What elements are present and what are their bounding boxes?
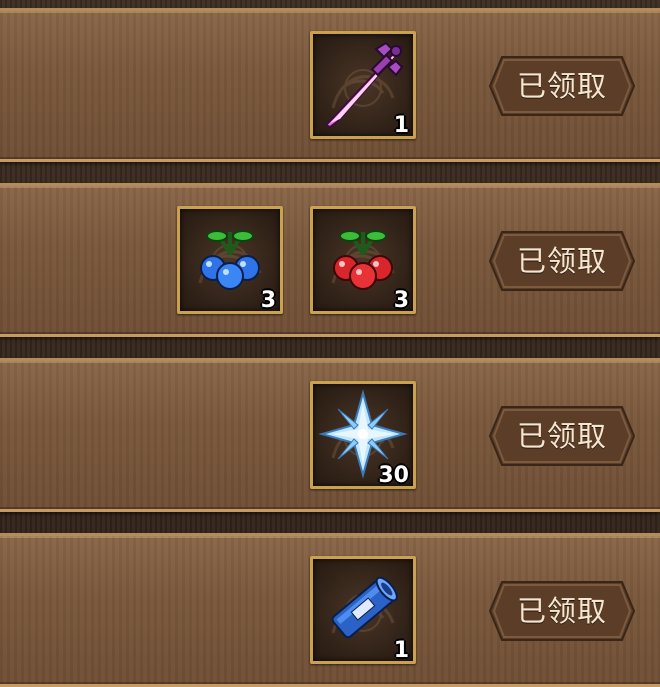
reward-list: 1 已领取 3 3 已领取 30 已领取 1 已领取	[0, 0, 660, 687]
claimed-button[interactable]: 已领取	[488, 55, 636, 117]
reward-item-slot[interactable]: 3	[177, 206, 283, 314]
reward-item-slot[interactable]: 30	[310, 381, 416, 489]
item-quantity: 1	[393, 638, 409, 663]
claimed-label: 已领取	[516, 419, 607, 453]
claimed-button[interactable]: 已领取	[488, 230, 636, 292]
item-quantity: 3	[393, 288, 409, 313]
claimed-button[interactable]: 已领取	[488, 405, 636, 467]
item-quantity: 1	[393, 113, 409, 138]
item-quantity: 3	[260, 288, 276, 313]
claimed-label: 已领取	[516, 69, 607, 103]
reward-row: 3 3 已领取	[0, 183, 660, 337]
reward-row: 30 已领取	[0, 358, 660, 512]
claimed-label: 已领取	[516, 594, 607, 628]
claimed-button[interactable]: 已领取	[488, 580, 636, 642]
claimed-label: 已领取	[516, 244, 607, 278]
item-quantity: 30	[378, 463, 409, 488]
reward-item-slot[interactable]: 3	[310, 206, 416, 314]
reward-row: 1 已领取	[0, 533, 660, 687]
reward-item-slot[interactable]: 1	[310, 556, 416, 664]
reward-item-slot[interactable]: 1	[310, 31, 416, 139]
reward-row: 1 已领取	[0, 8, 660, 162]
